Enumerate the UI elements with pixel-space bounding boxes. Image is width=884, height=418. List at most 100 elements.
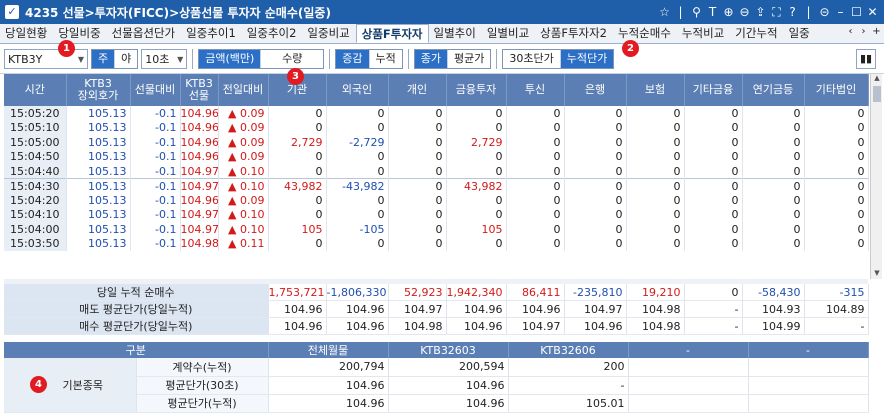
column-header-text: 시간 bbox=[24, 83, 45, 96]
avg-option[interactable]: 평균가 bbox=[448, 50, 491, 68]
table-cell: 0 bbox=[268, 149, 327, 164]
table-cell: 0 bbox=[268, 120, 327, 135]
column-header-6[interactable]: 외국인 bbox=[326, 74, 389, 106]
table-row[interactable]: 15:05:10 105.13 -0.1 104.96 ▲ 0.09 0 0 0 0 0 0 0 0 0 0 bbox=[4, 120, 869, 135]
table-row[interactable]: 15:04:30 105.13 -0.1 104.97 ▲ 0.10 43,982 -43,… bbox=[4, 178, 869, 193]
day-option[interactable]: 주 bbox=[92, 50, 116, 68]
unit-cum-option[interactable]: 누적단가 bbox=[560, 50, 614, 68]
chart-icon[interactable]: ▮▮ bbox=[856, 49, 876, 69]
interval-select[interactable]: 10초 ▼ bbox=[141, 49, 188, 69]
minimize-icon[interactable]: ⊝ bbox=[819, 5, 830, 19]
scroll-thumb[interactable] bbox=[873, 86, 881, 102]
table-row[interactable]: 15:04:50 105.13 -0.1 104.96 ▲ 0.09 0 0 0 0 0 0 0 0 0 0 bbox=[4, 149, 869, 164]
interval-value: 10초 bbox=[145, 53, 170, 66]
table-row[interactable]: 15:04:10 105.13 -0.1 104.97 ▲ 0.10 0 0 0 0 0 0 0 0 0 0 bbox=[4, 207, 869, 222]
tab-next-icon[interactable]: › bbox=[858, 26, 869, 37]
zoom-in-icon[interactable]: ⊕ bbox=[723, 5, 734, 19]
summary-cell: 104.96 bbox=[506, 300, 565, 318]
summary-cell: 104.97 bbox=[506, 317, 565, 335]
summary-cell: 104.93 bbox=[742, 300, 805, 318]
column-header-10[interactable]: 은행 bbox=[564, 74, 627, 106]
close-option[interactable]: 종가 bbox=[414, 50, 448, 68]
amount-option[interactable]: 금액(백만) bbox=[199, 50, 262, 68]
base-group-label: 기본종목 bbox=[4, 358, 137, 413]
qty-option[interactable]: 수량 bbox=[261, 50, 324, 68]
tab-5[interactable]: 일중추이2 bbox=[242, 24, 303, 43]
table-row[interactable]: 15:04:40 105.13 -0.1 104.97 ▲ 0.10 0 0 0 0 0 0 0 0 0 0 bbox=[4, 164, 869, 179]
table-cell: 0 bbox=[626, 193, 685, 208]
table-cell: 0 bbox=[268, 193, 327, 208]
column-header-8[interactable]: 금융투자 bbox=[446, 74, 507, 106]
column-header-14[interactable]: 기타법인 bbox=[804, 74, 869, 106]
column-header-13[interactable]: 연기금등 bbox=[742, 74, 805, 106]
column-header-7[interactable]: 개인 bbox=[388, 74, 447, 106]
tab-14[interactable]: 일중 bbox=[784, 24, 816, 43]
scroll-down-icon[interactable]: ▼ bbox=[871, 269, 883, 279]
table-cell: 0 bbox=[804, 149, 869, 164]
tab-7[interactable]: 상품F투자자 bbox=[355, 24, 429, 43]
table-cell: 0 bbox=[626, 178, 685, 193]
tab-13[interactable]: 기간누적 bbox=[730, 24, 783, 43]
table-row[interactable]: 15:05:20 105.13 -0.1 104.96 ▲ 0.09 0 0 0 0 0 0 0 0 0 0 bbox=[4, 106, 869, 121]
column-header-12[interactable]: 기타금융 bbox=[684, 74, 743, 106]
table-cell: ▲ 0.11 bbox=[218, 236, 269, 251]
table-cell: 43,982 bbox=[446, 178, 507, 193]
summary-row: 매도 평균단가(당일누적) 104.96 104.96 104.97 104.96 104… bbox=[4, 300, 869, 318]
divider bbox=[192, 49, 194, 69]
column-header-1[interactable]: KTB3 장외호가 bbox=[66, 74, 131, 106]
tab-9[interactable]: 일별비교 bbox=[482, 24, 535, 43]
table-cell: 0 bbox=[804, 164, 869, 179]
checkbox-icon[interactable]: ✓ bbox=[5, 5, 19, 19]
column-header-3[interactable]: KTB3 선물 bbox=[180, 74, 219, 106]
title-bar: ✓ 4235 선물>투자자(FICC)>상품선물 투자자 순매수(일중) ☆ |… bbox=[0, 0, 884, 24]
day-night-toggle: 주 야 bbox=[91, 49, 139, 69]
tab-3[interactable]: 선물옵션단가 bbox=[107, 24, 181, 43]
column-header-11[interactable]: 보험 bbox=[626, 74, 685, 106]
table-cell: 104.96 bbox=[180, 106, 219, 121]
table-row[interactable]: 15:05:00 105.13 -0.1 104.96 ▲ 0.09 2,729 -2,72… bbox=[4, 135, 869, 150]
text-icon[interactable]: T bbox=[707, 5, 718, 19]
table-cell: 0 bbox=[564, 193, 627, 208]
table-row[interactable]: 15:03:50 105.13 -0.1 104.98 ▲ 0.11 0 0 0 0 0 0 0 0 0 0 bbox=[4, 236, 869, 251]
column-header-2[interactable]: 선물대비 bbox=[130, 74, 181, 106]
tab-11[interactable]: 누적순매수 bbox=[613, 24, 677, 43]
close-icon[interactable]: ✕ bbox=[867, 5, 878, 19]
table-cell: -0.1 bbox=[130, 106, 181, 121]
pin-icon[interactable]: ⚲ bbox=[691, 5, 702, 19]
column-header-9[interactable]: 투신 bbox=[506, 74, 565, 106]
tab-6[interactable]: 일중비교 bbox=[302, 24, 355, 43]
tab-4[interactable]: 일중추이1 bbox=[181, 24, 242, 43]
tab-12[interactable]: 누적비교 bbox=[677, 24, 730, 43]
table-cell: 0 bbox=[326, 164, 389, 179]
help-icon[interactable]: ? bbox=[787, 5, 798, 19]
star-icon[interactable]: ☆ bbox=[659, 5, 670, 19]
column-header-4[interactable]: 전일대비 bbox=[218, 74, 269, 106]
table-row[interactable]: 15:04:00 105.13 -0.1 104.97 ▲ 0.10 105 -105 0 10… bbox=[4, 222, 869, 237]
column-header-text: 투신 bbox=[524, 83, 546, 96]
tab-prev-icon[interactable]: ‹ bbox=[845, 26, 856, 37]
table-cell: 0 bbox=[388, 106, 447, 121]
unit-30s-option[interactable]: 30초단가 bbox=[503, 50, 561, 68]
table-cell: 0 bbox=[564, 149, 627, 164]
tab-1[interactable]: 당일현황 bbox=[0, 24, 53, 43]
restore-icon[interactable]: ☐ bbox=[851, 5, 862, 19]
symbol-select[interactable]: KTB3Y ▼ bbox=[4, 49, 88, 69]
vertical-scrollbar[interactable]: ▲ ▼ bbox=[870, 74, 882, 279]
share-icon[interactable]: ⇪ bbox=[755, 5, 766, 19]
zoom-out-icon[interactable]: ⊖ bbox=[739, 5, 750, 19]
table-row[interactable]: 15:04:20 105.13 -0.1 104.96 ▲ 0.09 0 0 0 0 0 0 0 0 0 0 bbox=[4, 193, 869, 208]
change-option[interactable]: 증감 bbox=[336, 50, 370, 68]
cum-option[interactable]: 누적 bbox=[369, 50, 402, 68]
badge-2: 2 bbox=[622, 40, 639, 57]
night-option[interactable]: 야 bbox=[115, 50, 138, 68]
scroll-up-icon[interactable]: ▲ bbox=[871, 74, 883, 84]
summary-cell: 1,753,721 bbox=[268, 284, 327, 301]
tab-add-icon[interactable]: + bbox=[871, 26, 882, 37]
tab-8[interactable]: 일별추이 bbox=[429, 24, 482, 43]
tab-10[interactable]: 상품F투자자2 bbox=[535, 24, 613, 43]
minimize-window-icon[interactable]: – bbox=[835, 5, 846, 19]
table-cell: 0 bbox=[626, 120, 685, 135]
table-cell: 0 bbox=[506, 135, 565, 150]
column-header-0[interactable]: 시간 bbox=[4, 74, 67, 106]
fullscreen-icon[interactable]: ⛶ bbox=[771, 5, 782, 20]
